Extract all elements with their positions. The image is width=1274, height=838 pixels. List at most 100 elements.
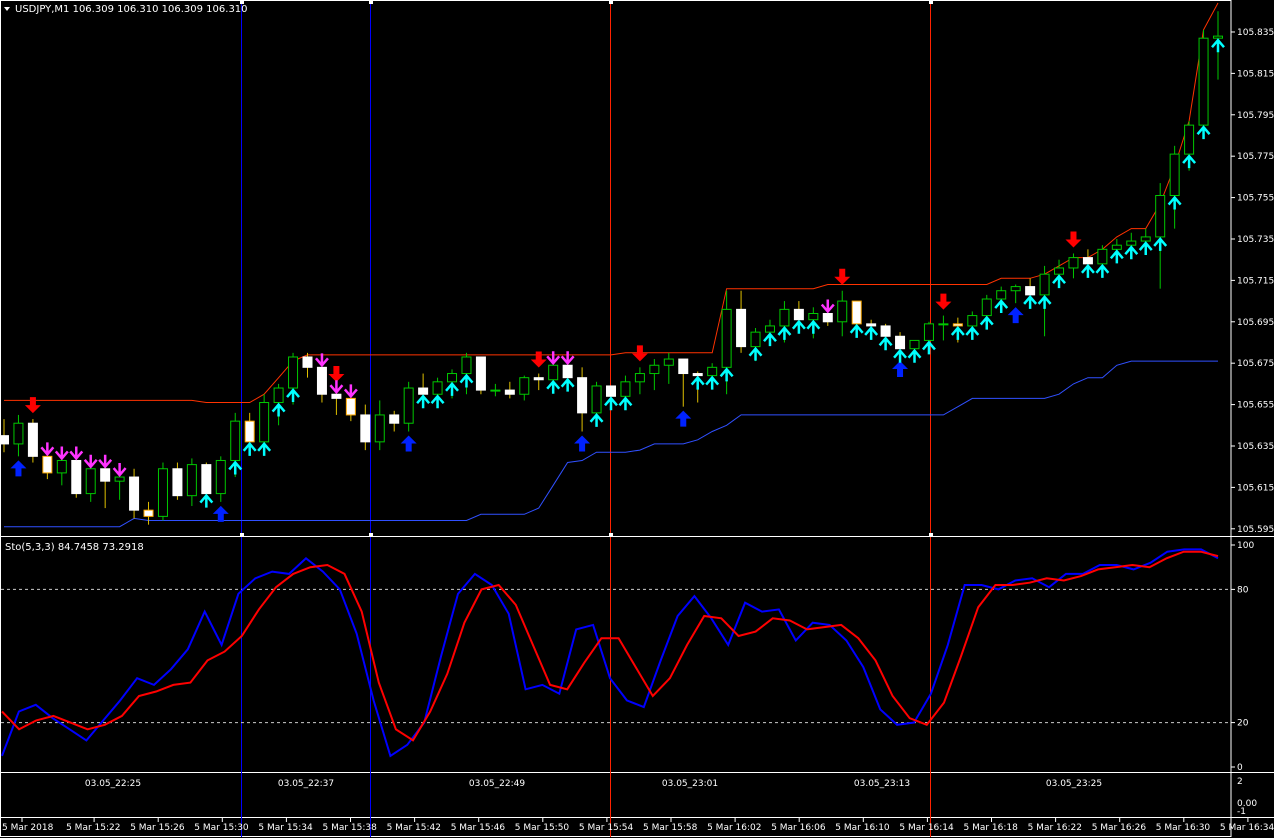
candle-body [938, 323, 949, 326]
session-panel: 03.05_22:25 03.05_22:37 03.05_22:49 03.05_2… [85, 777, 1257, 817]
arrow-down-icon [631, 345, 648, 362]
arrow-up-small-icon [1196, 125, 1211, 140]
candle-body [1198, 37, 1209, 126]
session-label: 03.05_22:37 [278, 779, 334, 789]
arrow-up-small-icon [1167, 195, 1182, 210]
arrow-down-icon [1065, 231, 1082, 248]
candle-body [403, 387, 414, 424]
candle-body [1140, 236, 1151, 242]
candle-body [215, 459, 226, 495]
candle-body [1111, 244, 1122, 250]
time-axis-label: 5 Mar 15:38 [323, 823, 378, 833]
time-axis-label: 5 Mar 15:30 [194, 823, 249, 833]
arrow-up-small-icon [1080, 263, 1095, 278]
arrow-up-small-icon [690, 375, 705, 390]
price-tick-label: 105.675 [1237, 359, 1274, 369]
candle-body [345, 397, 356, 416]
vertical-marker-handle [369, 0, 373, 4]
candle-body [418, 387, 429, 395]
price-tick-label: 105.695 [1237, 318, 1274, 328]
arrow-up-small-icon [1153, 236, 1168, 251]
candle-body [1010, 286, 1021, 292]
panel-frames [0, 0, 1274, 837]
arrow-down-small-icon [54, 446, 69, 461]
candle-body [42, 455, 53, 474]
vertical-marker-handle [609, 0, 613, 4]
candle-body [129, 476, 140, 511]
candle-body [475, 356, 486, 391]
session-label: 03.05_23:25 [1046, 779, 1102, 789]
candle-body [1213, 35, 1223, 39]
arrow-up-small-icon [893, 348, 907, 363]
arrow-up-small-icon [546, 379, 561, 394]
time-axis-label: 5 Mar 15:42 [387, 823, 441, 833]
arrow-up-small-icon [589, 412, 604, 427]
candle-body [967, 315, 978, 327]
stochastic-panel[interactable]: 100 80 20 0 [1, 541, 1254, 773]
arrow-up-small-icon [705, 375, 720, 390]
symbol-header[interactable]: USDJPY,M1 106.309 106.310 106.309 106.31… [4, 4, 248, 15]
arrow-down-small-icon [112, 463, 127, 477]
price-panel[interactable]: 105.835 105.815 105.795 105.775 105.755 105.7… [0, 2, 1274, 535]
price-tick-label: 105.715 [1237, 276, 1274, 286]
candle-body [13, 422, 24, 445]
candle-body [504, 389, 515, 395]
candle-body [244, 420, 255, 443]
session-label: 03.05_23:13 [854, 779, 910, 789]
vertical-markers [240, 0, 933, 837]
arrow-up-small-icon [907, 348, 922, 363]
vertical-marker-handle [929, 0, 933, 4]
candle-body [533, 377, 544, 381]
candle-body [1025, 286, 1036, 296]
price-tick-label: 105.655 [1237, 401, 1274, 411]
price-tick-label: 105.755 [1237, 194, 1274, 204]
price-tick-label: 105.595 [1237, 525, 1274, 535]
candle-body [692, 373, 703, 377]
candle-body [331, 393, 342, 399]
price-tick-label: 105.815 [1237, 69, 1274, 79]
arrow-down-small-icon [329, 380, 344, 395]
time-axis-label: 5 Mar 16:26 [1092, 823, 1147, 833]
candles [0, 11, 1223, 525]
arrow-up-icon [212, 505, 229, 522]
candle-body [56, 459, 67, 474]
time-axis-label: 5 Mar 16:10 [835, 823, 890, 833]
session-axis: 20.00-1 [1237, 777, 1257, 817]
candle-body [201, 464, 212, 495]
candle-body [707, 366, 718, 377]
triangle-down-icon[interactable] [4, 7, 10, 11]
arrow-up-small-icon [994, 299, 1009, 314]
candle-body [793, 308, 804, 321]
outer-frame [0, 0, 1232, 837]
candle-body [519, 377, 530, 395]
price-tick-label: 105.615 [1237, 483, 1274, 493]
time-axis: 5 Mar 2018 5 Mar 15:22 5 Mar 15:26 5 Mar 15… [2, 818, 1274, 833]
candle-body [71, 459, 82, 495]
time-axis-label: 5 Mar 15:22 [66, 823, 120, 833]
candle-body [1068, 257, 1079, 269]
candle-body [808, 313, 819, 321]
arrow-up-small-icon [1138, 241, 1153, 256]
arrow-up-small-icon [199, 493, 214, 508]
candle-body [27, 422, 38, 457]
session-tick-label: -1 [1237, 807, 1246, 817]
arrow-up-small-icon [1182, 154, 1197, 169]
arrow-up-small-icon [748, 346, 763, 361]
stochastic-axis: 100 80 20 0 [1231, 541, 1254, 773]
candle-body [1039, 273, 1050, 296]
candle-body [779, 308, 790, 327]
session-label: 03.05_22:25 [85, 779, 141, 789]
time-axis-label: 5 Mar 15:34 [258, 823, 313, 833]
arrow-up-small-icon [286, 388, 300, 403]
arrow-up-icon [1007, 307, 1024, 324]
candle-body [678, 358, 689, 375]
session-label: 03.05_22:49 [469, 779, 525, 789]
time-axis-label: 5 Mar 16:14 [899, 823, 954, 833]
arrow-up-small-icon [228, 460, 243, 475]
arrow-down-small-icon [83, 454, 98, 469]
candle-body [1082, 257, 1093, 265]
arrow-up-icon [892, 360, 909, 377]
stoch-tick-label: 20 [1237, 719, 1249, 729]
candle-body [302, 356, 313, 368]
price-tick-label: 105.735 [1237, 235, 1274, 245]
